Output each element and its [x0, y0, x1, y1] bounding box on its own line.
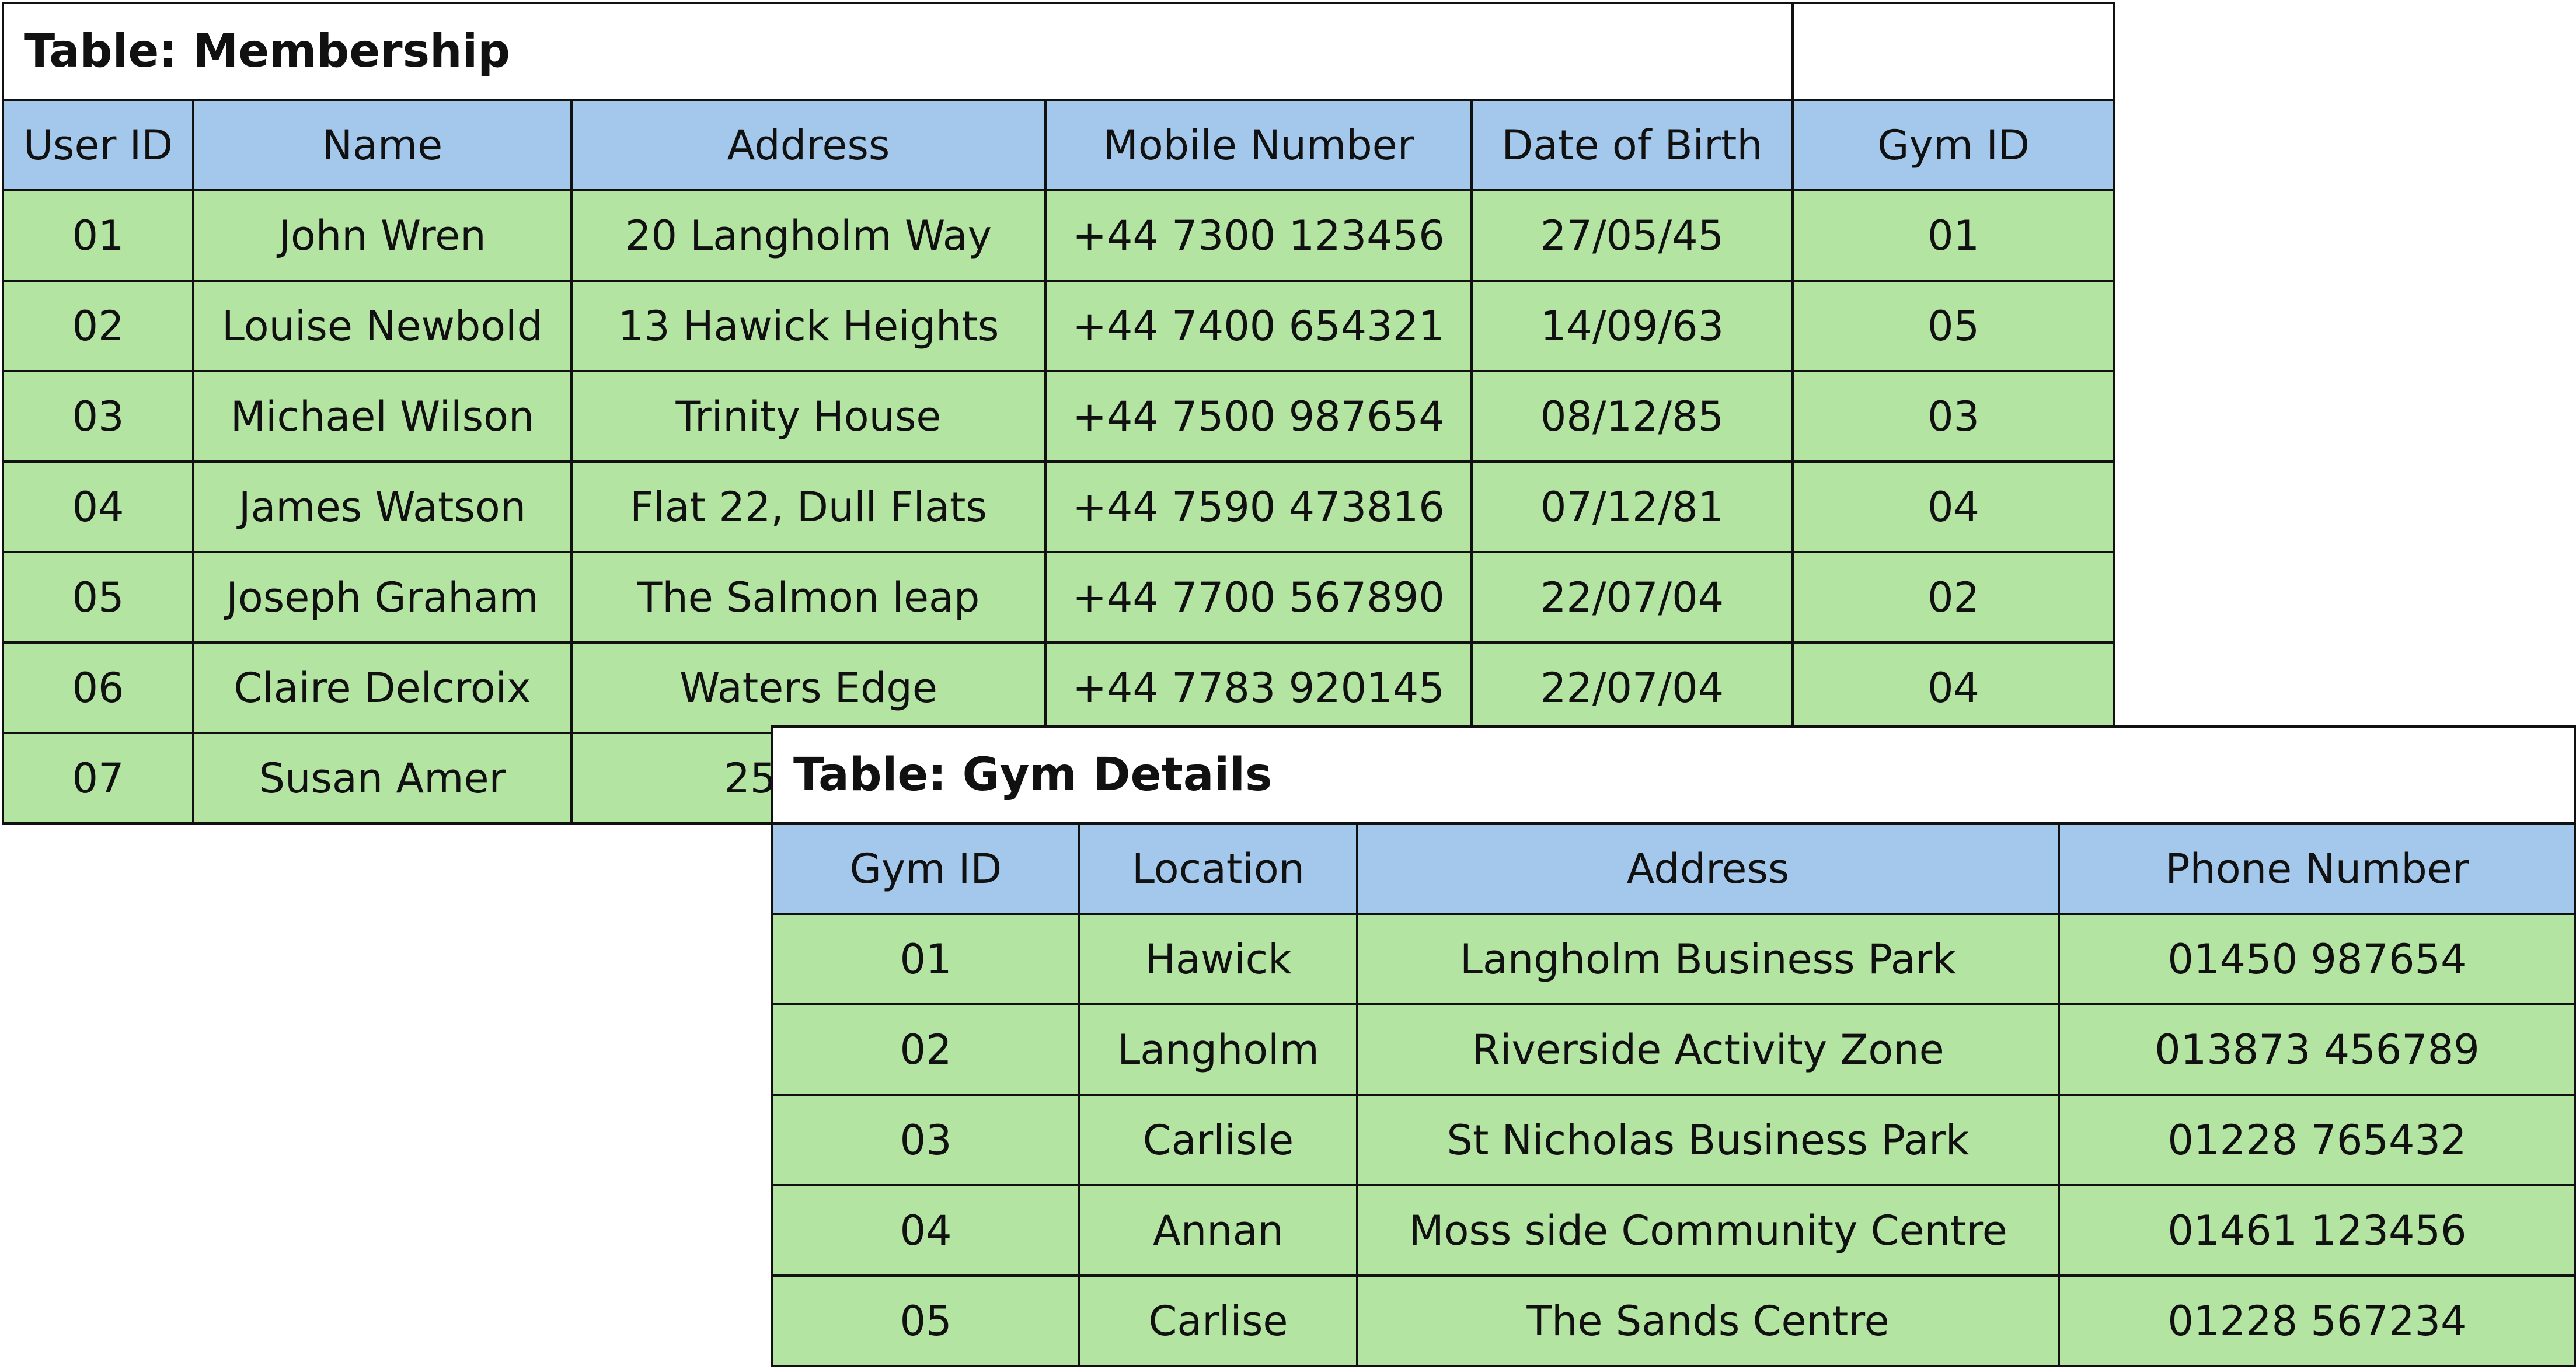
- table-cell: 04: [1791, 641, 2116, 734]
- table-cell: Moss side Community Centre: [1356, 1184, 2060, 1277]
- table-cell: Louise Newbold: [192, 280, 573, 372]
- table-cell: Joseph Graham: [192, 551, 573, 644]
- column-header-phone-number: Phone Number: [2058, 822, 2576, 915]
- gym-details-table-title: Table: Gym Details: [771, 725, 2576, 825]
- table-cell: 02: [1791, 551, 2116, 644]
- table-cell: 27/05/45: [1470, 189, 1794, 282]
- table-cell: 22/07/04: [1470, 641, 1794, 734]
- table-cell: 22/07/04: [1470, 551, 1794, 644]
- membership-header-row: User ID Name Address Mobile Number Date …: [2, 99, 2116, 191]
- table-cell: +44 7500 987654: [1044, 370, 1473, 463]
- table-cell: Waters Edge: [570, 641, 1047, 734]
- table-cell: St Nicholas Business Park: [1356, 1094, 2060, 1186]
- table-cell: Annan: [1078, 1184, 1358, 1277]
- membership-table: Table: Membership User ID Name Address M…: [1, 2, 2116, 825]
- gym-details-title-row: Table: Gym Details: [771, 725, 2576, 825]
- membership-table-title: Table: Membership: [1, 2, 1794, 101]
- table-cell: James Watson: [192, 460, 573, 553]
- table-cell: 04: [2, 460, 194, 553]
- column-header-date-of-birth: Date of Birth: [1470, 99, 1794, 191]
- table-cell: Langholm Business Park: [1356, 913, 2060, 1005]
- table-row: 02 Langholm Riverside Activity Zone 0138…: [771, 1003, 2576, 1096]
- membership-title-row: Table: Membership: [1, 2, 2116, 101]
- table-cell: +44 7400 654321: [1044, 280, 1473, 372]
- table-cell: 01: [1791, 189, 2116, 282]
- table-cell: Trinity House: [570, 370, 1047, 463]
- table-cell: 04: [1791, 460, 2116, 553]
- gym-details-header-row: Gym ID Location Address Phone Number: [771, 822, 2576, 915]
- table-cell: 01: [2, 189, 194, 282]
- column-header-gym-id: Gym ID: [771, 822, 1080, 915]
- table-cell: 01228 765432: [2058, 1094, 2576, 1186]
- table-cell: 05: [1791, 280, 2116, 372]
- table-cell: 013873 456789: [2058, 1003, 2576, 1096]
- column-header-address: Address: [1356, 822, 2060, 915]
- table-cell: Michael Wilson: [192, 370, 573, 463]
- table-row: 01 John Wren 20 Langholm Way +44 7300 12…: [2, 189, 2116, 282]
- table-row: 04 James Watson Flat 22, Dull Flats +44 …: [2, 460, 2116, 553]
- table-cell: 01450 987654: [2058, 913, 2576, 1005]
- table-row: 05 Carlise The Sands Centre 01228 567234: [771, 1274, 2576, 1367]
- table-cell: 03: [771, 1094, 1080, 1186]
- table-cell: 07/12/81: [1470, 460, 1794, 553]
- table-row: 06 Claire Delcroix Waters Edge +44 7783 …: [2, 641, 2116, 734]
- table-cell: +44 7300 123456: [1044, 189, 1473, 282]
- table-cell: Carlise: [1078, 1274, 1358, 1367]
- table-cell: 20 Langholm Way: [570, 189, 1047, 282]
- column-header-name: Name: [192, 99, 573, 191]
- table-row: 02 Louise Newbold 13 Hawick Heights +44 …: [2, 280, 2116, 372]
- table-cell: The Salmon leap: [570, 551, 1047, 644]
- table-cell: 01228 567234: [2058, 1274, 2576, 1367]
- table-cell: Flat 22, Dull Flats: [570, 460, 1047, 553]
- table-cell: 02: [2, 280, 194, 372]
- table-cell: 06: [2, 641, 194, 734]
- table-cell: +44 7783 920145: [1044, 641, 1473, 734]
- table-row: 03 Michael Wilson Trinity House +44 7500…: [2, 370, 2116, 463]
- table-cell: 08/12/85: [1470, 370, 1794, 463]
- column-header-address: Address: [570, 99, 1047, 191]
- table-row: 04 Annan Moss side Community Centre 0146…: [771, 1184, 2576, 1277]
- table-cell: Carlisle: [1078, 1094, 1358, 1186]
- table-cell: Hawick: [1078, 913, 1358, 1005]
- table-cell: Riverside Activity Zone: [1356, 1003, 2060, 1096]
- table-cell: Claire Delcroix: [192, 641, 573, 734]
- table-cell: Langholm: [1078, 1003, 1358, 1096]
- table-cell: 01: [771, 913, 1080, 1005]
- column-header-user-id: User ID: [2, 99, 194, 191]
- column-header-gym-id: Gym ID: [1791, 99, 2116, 191]
- column-header-location: Location: [1078, 822, 1358, 915]
- gym-details-table: Table: Gym Details Gym ID Location Addre…: [771, 725, 2576, 1367]
- table-cell: +44 7590 473816: [1044, 460, 1473, 553]
- table-cell: 07: [2, 732, 194, 825]
- table-cell: 05: [771, 1274, 1080, 1367]
- table-cell: The Sands Centre: [1356, 1274, 2060, 1367]
- table-row: 03 Carlisle St Nicholas Business Park 01…: [771, 1094, 2576, 1186]
- table-cell: Susan Amer: [192, 732, 573, 825]
- table-cell: 14/09/63: [1470, 280, 1794, 372]
- column-header-mobile-number: Mobile Number: [1044, 99, 1473, 191]
- table-row: 05 Joseph Graham The Salmon leap +44 770…: [2, 551, 2116, 644]
- table-cell: +44 7700 567890: [1044, 551, 1473, 644]
- table-cell: John Wren: [192, 189, 573, 282]
- table-cell: 04: [771, 1184, 1080, 1277]
- table-cell: 03: [2, 370, 194, 463]
- table-cell: 02: [771, 1003, 1080, 1096]
- table-cell: 13 Hawick Heights: [570, 280, 1047, 372]
- table-cell: 03: [1791, 370, 2116, 463]
- table-cell: 05: [2, 551, 194, 644]
- table-row: 01 Hawick Langholm Business Park 01450 9…: [771, 913, 2576, 1005]
- table-cell: 01461 123456: [2058, 1184, 2576, 1277]
- membership-title-blank-cell: [1791, 2, 2116, 101]
